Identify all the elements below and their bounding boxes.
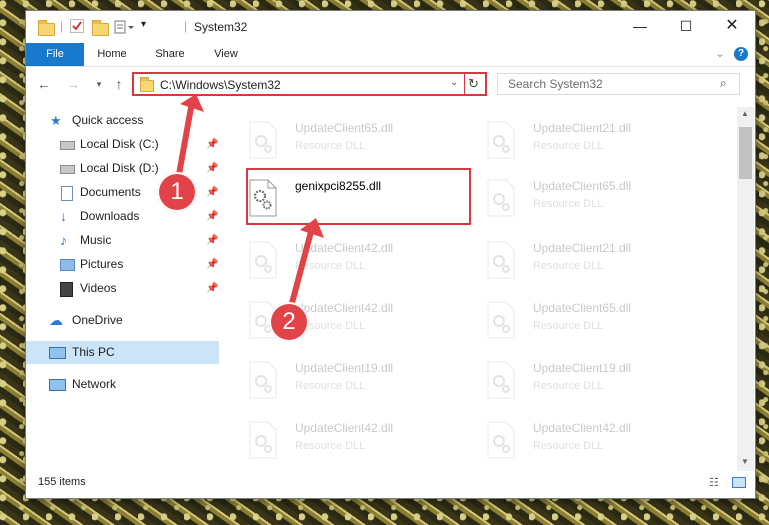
- annotation-arrows: [175, 94, 324, 304]
- step-1-badge: 1: [157, 172, 197, 212]
- step-2-badge: 2: [269, 302, 309, 342]
